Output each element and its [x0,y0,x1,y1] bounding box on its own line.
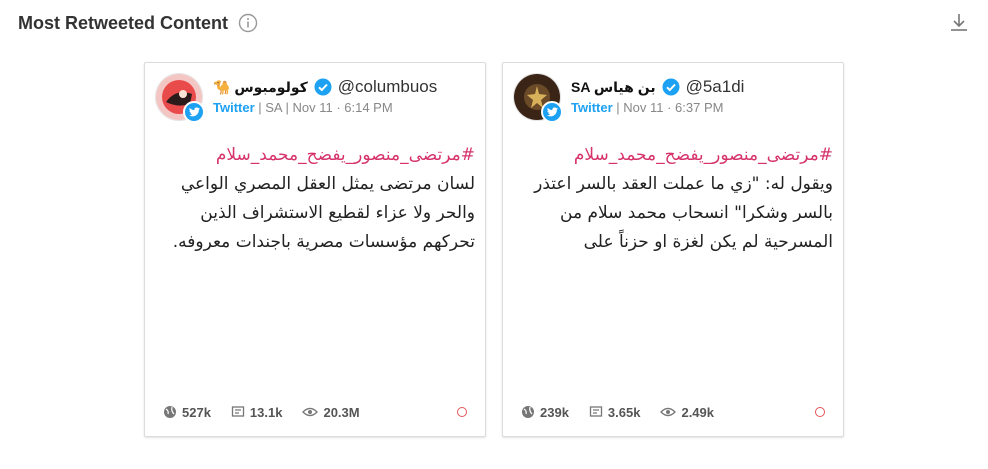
display-name[interactable]: SA بن هياس [571,79,656,96]
info-icon[interactable] [238,13,258,33]
comment-icon [231,406,245,417]
verified-icon [662,78,680,96]
retweet-count: 527k [182,404,211,420]
twitter-badge-icon [183,101,205,123]
avatar [513,73,563,123]
globe-icon [522,406,534,418]
avatar [155,73,205,123]
tweet-meta: Twitter | SA | Nov 11 · 6:14 PM [213,100,393,115]
tweet-body: #مرتضى_منصور_يفضح_محمد_سلام لسان مرتضى ي… [155,141,475,257]
comment-icon [589,406,603,417]
source-link[interactable]: Twitter [571,100,613,115]
reply-stat: 3.65k [589,404,641,420]
tweet-text-line: ويقول له: "زي ما عملت العقد بالسر اعتذر [534,174,833,194]
view-count: 2.49k [681,404,715,420]
user-handle[interactable]: @columbuos [338,77,437,97]
tweet-text-line: لسان مرتضى يمثل العقل المصري الواعي [180,174,475,194]
retweet-stat: 239k [521,405,569,420]
tweet-text-line: بالسر وشكرا" انسحاب محمد سلام من [560,203,833,223]
eye-icon [302,407,319,417]
tweet-meta: Twitter | Nov 11 · 6:37 PM [571,100,723,115]
tweet-text-line: والحر ولا عزاء لقطيع الاستشراف الذين [200,203,475,223]
verified-icon [314,78,332,96]
view-stat: 2.49k [660,405,714,420]
download-icon[interactable] [948,12,970,34]
tweet-stats: 239k 3.65k 2.49k [521,402,825,422]
reply-stat: 13.1k [231,404,283,420]
meta-text: | SA | Nov 11 · 6:14 PM [254,100,393,115]
display-name[interactable]: كولومبوس 🐪 [213,79,308,96]
section-title: Most Retweeted Content [18,12,229,33]
reply-count: 3.65k [607,404,641,420]
section-header: Most Retweeted Content [18,10,258,36]
tweet-card[interactable]: كولومبوس 🐪 @columbuos Twitter | SA | Nov… [144,62,486,437]
globe-icon [164,406,176,418]
retweet-count: 239k [540,404,569,420]
source-link[interactable]: Twitter [213,100,255,115]
view-stat: 20.3M [302,404,360,420]
meta-text: | Nov 11 · 6:37 PM [612,100,724,115]
status-dot-icon[interactable] [815,407,825,417]
hashtag-link[interactable]: #مرتضى_منصور_يفضح_محمد_سلام [155,141,475,170]
tweet-text-line: تحركهم مؤسسات مصرية باجندات معروفه. [172,232,475,252]
tweet-stats: 527k 13.1k 20.3M [163,402,467,422]
reply-count: 13.1k [249,404,283,420]
user-handle[interactable]: @5a1di [686,77,745,97]
eye-icon [660,407,677,417]
tweet-card[interactable]: SA بن هياس @5a1di Twitter | Nov 11 · 6:3… [502,62,844,437]
hashtag-link[interactable]: #مرتضى_منصور_يفضح_محمد_سلام [513,141,833,170]
twitter-badge-icon [541,101,563,123]
tweet-body: #مرتضى_منصور_يفضح_محمد_سلام ويقول له: "ز… [513,141,833,257]
view-count: 20.3M [323,404,360,420]
tweet-text-line: المسرحية لم يكن لغزة او حزناً على [583,232,833,252]
status-dot-icon[interactable] [457,407,467,417]
retweet-stat: 527k [163,405,211,420]
